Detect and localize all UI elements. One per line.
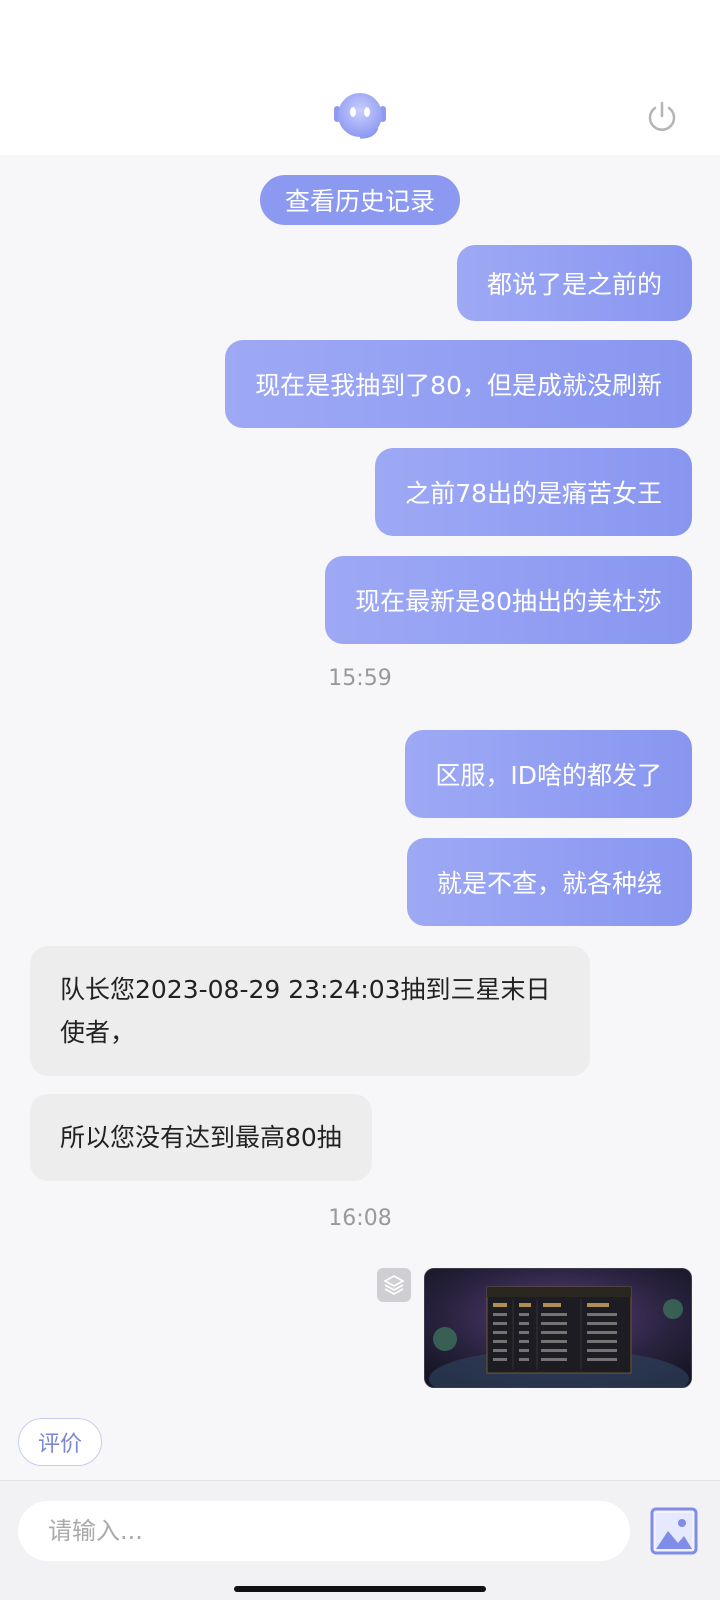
- message-incoming[interactable]: 队长您2023-08-29 23:24:03抽到三星末日使者，: [30, 946, 590, 1076]
- message-outgoing[interactable]: 区服，ID啥的都发了: [405, 730, 692, 818]
- image-picker-icon[interactable]: [650, 1507, 698, 1555]
- image-message-thumbnail[interactable]: [424, 1268, 692, 1388]
- message-input[interactable]: [18, 1501, 630, 1561]
- message-outgoing[interactable]: 之前78出的是痛苦女王: [375, 448, 692, 536]
- message-outgoing[interactable]: 都说了是之前的: [456, 245, 692, 321]
- input-bar: [0, 1480, 720, 1600]
- message-incoming[interactable]: 所以您没有达到最高80抽: [30, 1094, 372, 1181]
- layers-icon[interactable]: [377, 1268, 411, 1302]
- message-timestamp: 16:08: [328, 1206, 392, 1231]
- chat-header: [0, 0, 720, 155]
- view-history-button[interactable]: 查看历史记录: [260, 175, 460, 225]
- power-icon[interactable]: [644, 99, 680, 135]
- rate-button[interactable]: 评价: [18, 1418, 102, 1466]
- message-timestamp: 15:59: [328, 666, 392, 691]
- message-outgoing[interactable]: 就是不查，就各种绕: [406, 838, 692, 926]
- message-outgoing[interactable]: 现在最新是80抽出的美杜莎: [325, 556, 692, 644]
- home-indicator[interactable]: [234, 1586, 486, 1592]
- robot-avatar-icon: [334, 93, 386, 139]
- message-outgoing[interactable]: 现在是我抽到了80，但是成就没刷新: [225, 340, 692, 428]
